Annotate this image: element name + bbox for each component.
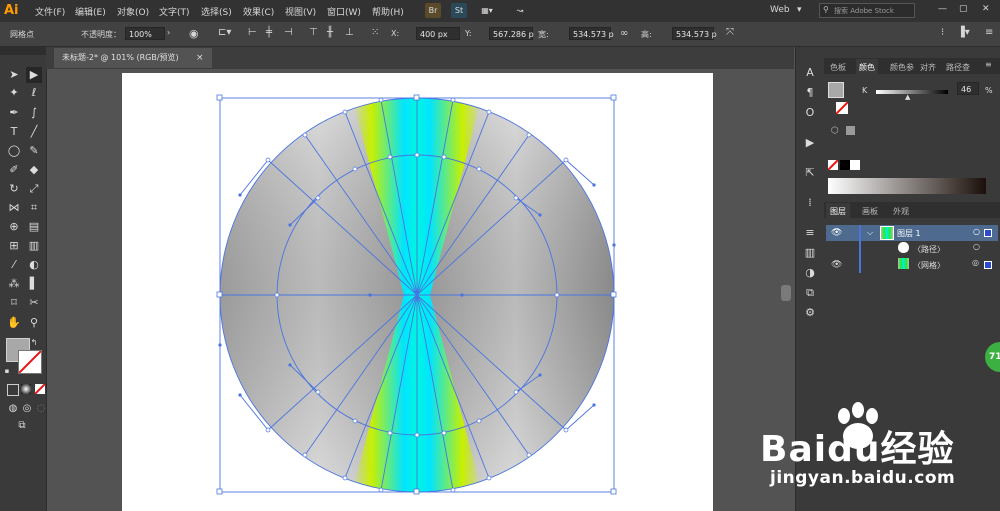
transparency-panel-icon[interactable]: ◑ (802, 265, 818, 281)
links-panel-icon[interactable]: ⧉ (802, 285, 818, 301)
character-panel-icon[interactable]: A (802, 65, 818, 81)
properties-panel-icon[interactable]: ⚙ (802, 305, 818, 321)
artboards-panel-icon[interactable]: ⁞ (802, 195, 818, 211)
layers-panel-tabs (824, 202, 1000, 218)
panel-menu-icon[interactable]: ≡ (985, 60, 992, 69)
arrange-icon[interactable]: ⁝ (941, 27, 944, 38)
search-placeholder: 搜索 Adobe Stock (834, 7, 894, 15)
layer-color-bar (859, 225, 861, 273)
minimize-icon[interactable]: — (938, 4, 947, 14)
menu-more-icon[interactable]: ≡ (985, 27, 993, 38)
search-icon: ⚲ (823, 5, 829, 14)
opentype-panel-icon[interactable]: O (802, 105, 818, 121)
k-channel-label: K (862, 86, 868, 95)
web-safe-swatch[interactable] (846, 126, 855, 135)
white-color-swatch[interactable] (850, 160, 860, 170)
export-panel-icon[interactable]: ⇱ (802, 165, 818, 181)
mesh-target-icon[interactable]: ◎ (972, 258, 979, 267)
tab-swatches[interactable]: 色板 (830, 62, 846, 73)
percent-unit: % (985, 86, 993, 95)
panel-options-icon[interactable]: ▐▾ (957, 27, 970, 38)
tab-layers[interactable]: 图层 (826, 203, 850, 220)
mesh-thumbnail (898, 258, 909, 269)
layer-selection-indicator[interactable] (984, 229, 992, 237)
restore-icon[interactable]: ▢ (959, 4, 968, 14)
black-color-swatch[interactable] (840, 160, 850, 170)
path-thumbnail (898, 242, 909, 253)
mesh-sublayer-name[interactable]: 〈网格〉 (913, 260, 945, 271)
expand-layer-icon[interactable]: ⌵ (867, 228, 873, 238)
layer-name[interactable]: 图层 1 (897, 228, 921, 239)
stock-search-field[interactable]: ⚲ 搜索 Adobe Stock (819, 3, 915, 18)
tab-appearance[interactable]: 外观 (893, 206, 909, 217)
gradient-panel-icon[interactable]: ▥ (802, 245, 818, 261)
tab-align[interactable]: 对齐 (920, 62, 936, 73)
color-stroke-swatch[interactable] (836, 102, 848, 114)
canvas-scroll-thumb[interactable] (781, 285, 791, 301)
mesh-selection-indicator[interactable] (984, 261, 992, 269)
tab-color[interactable]: 颜色 (856, 59, 878, 76)
path-target-icon[interactable]: ○ (973, 242, 980, 251)
layer-thumbnail (880, 226, 894, 240)
mesh-visibility-eye-icon[interactable]: 👁 (831, 260, 842, 270)
close-window-icon[interactable]: ✕ (982, 4, 990, 14)
mesh-artwork[interactable] (0, 0, 794, 511)
stroke-panel-icon[interactable]: ≡ (802, 225, 818, 241)
color-fill-swatch[interactable] (828, 82, 844, 98)
watermark-url: jingyan.baidu.com (770, 468, 956, 488)
watermark-brand: Baidu经验 (760, 429, 955, 470)
tab-color-guide[interactable]: 颜色参 (890, 62, 914, 73)
k-slider-track[interactable] (876, 90, 948, 94)
out-of-gamut-icon[interactable]: ⬡ (831, 126, 839, 136)
layer-target-icon[interactable]: ○ (973, 227, 980, 236)
k-value-field[interactable]: 46 (957, 82, 979, 95)
paragraph-panel-icon[interactable]: ¶ (802, 85, 818, 101)
path-sublayer-name[interactable]: 〈路径〉 (913, 244, 945, 255)
tab-pathfinder[interactable]: 路径查 (946, 62, 970, 73)
none-color-icon[interactable] (828, 160, 838, 170)
actions-panel-icon[interactable]: ▶ (802, 135, 818, 151)
visibility-eye-icon[interactable]: 👁 (831, 228, 842, 238)
color-spectrum-bar[interactable] (828, 178, 986, 194)
workspace-chevron-icon[interactable]: ▾ (797, 5, 802, 15)
k-slider-thumb-icon[interactable]: ▲ (905, 93, 910, 101)
tab-artboards[interactable]: 画板 (862, 206, 878, 217)
